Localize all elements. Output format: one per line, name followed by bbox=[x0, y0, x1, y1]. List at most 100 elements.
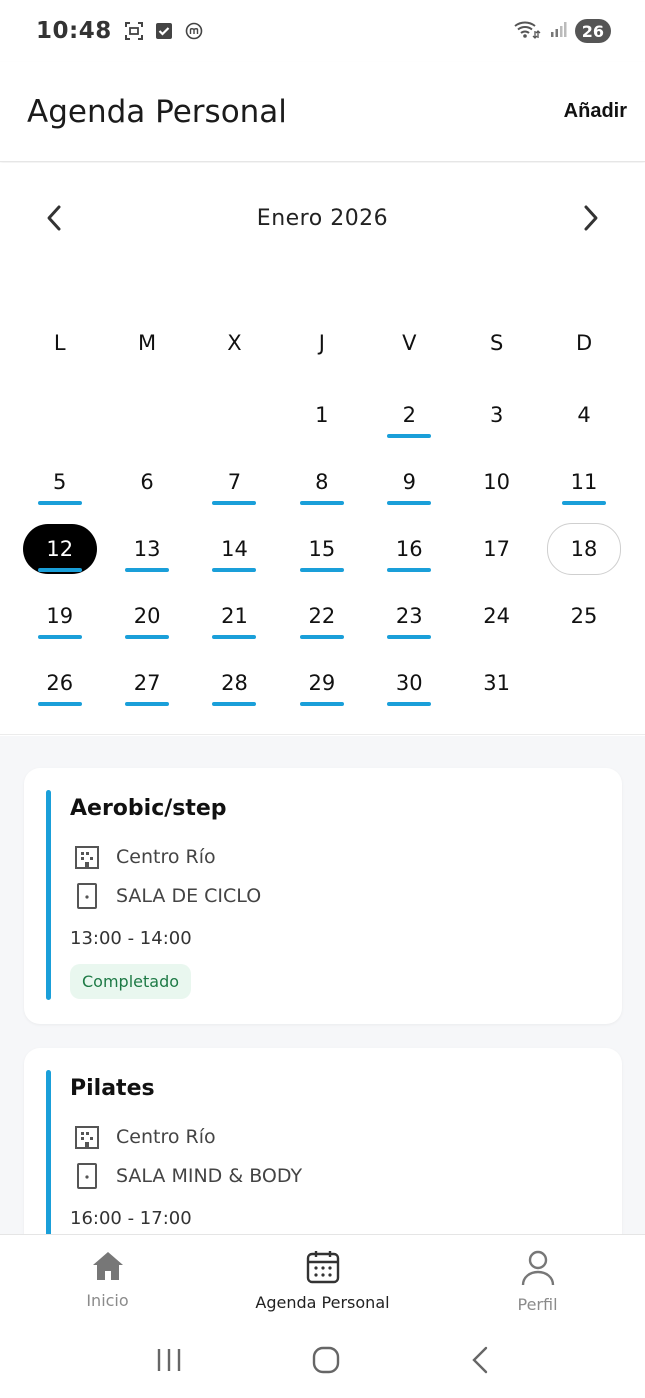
event-title: Pilates bbox=[70, 1076, 155, 1101]
event-card[interactable]: Aerobic/step Centro Río SALA DE CICLO 13… bbox=[24, 768, 622, 1024]
screenshot-icon bbox=[124, 21, 144, 41]
calendar-day[interactable]: 19 bbox=[16, 582, 103, 649]
event-room: SALA DE CICLO bbox=[116, 885, 262, 907]
calendar-day[interactable]: 22 bbox=[278, 582, 365, 649]
calendar-day[interactable]: 24 bbox=[453, 582, 540, 649]
home-button-icon[interactable] bbox=[311, 1345, 341, 1379]
event-indicator bbox=[299, 568, 344, 572]
day-number: 2 bbox=[402, 402, 416, 427]
day-number: 1 bbox=[315, 402, 329, 427]
event-card[interactable]: Pilates Centro Río SALA MIND & BODY 16:0… bbox=[24, 1048, 622, 1234]
app-m-icon bbox=[184, 21, 204, 41]
calendar-day[interactable]: 29 bbox=[278, 649, 365, 716]
day-number: 30 bbox=[395, 670, 423, 695]
nav-item-inicio[interactable]: Inicio bbox=[0, 1235, 215, 1326]
event-accent-bar bbox=[46, 1070, 51, 1234]
calendar-day[interactable]: 20 bbox=[103, 582, 190, 649]
day-number: 9 bbox=[402, 469, 416, 494]
weekday-header: L M X J V S D bbox=[16, 331, 628, 355]
bottom-nav: Inicio Agenda Personal Perfil bbox=[0, 1234, 645, 1326]
event-list: Aerobic/step Centro Río SALA DE CICLO 13… bbox=[0, 736, 645, 1234]
event-indicator bbox=[37, 635, 82, 639]
month-label: Enero 2026 bbox=[256, 205, 389, 231]
day-number: 29 bbox=[308, 670, 336, 695]
day-number: 5 bbox=[53, 469, 67, 494]
chevron-right-icon[interactable] bbox=[573, 201, 607, 235]
day-number: 25 bbox=[570, 603, 598, 628]
day-number: 16 bbox=[395, 536, 423, 561]
status-icons-left bbox=[124, 21, 204, 41]
calendar-day[interactable]: 10 bbox=[453, 448, 540, 515]
calendar: Enero 2026 L M X J V S D 1 2 3 4 5 6 7 8 9 10 11 12… bbox=[0, 163, 645, 735]
battery-indicator: 26 bbox=[574, 19, 611, 43]
calendar-day[interactable]: 12 bbox=[16, 515, 103, 582]
calendar-day[interactable]: 16 bbox=[366, 515, 453, 582]
page-title: Agenda Personal bbox=[27, 93, 287, 130]
status-icons-right: 26 bbox=[513, 19, 611, 43]
system-nav-bar bbox=[0, 1326, 645, 1398]
day-number: 21 bbox=[221, 603, 248, 628]
calendar-day[interactable]: 2 bbox=[366, 381, 453, 448]
calendar-day[interactable]: 11 bbox=[540, 448, 627, 515]
weekday-label: S bbox=[489, 331, 504, 355]
calendar-day[interactable]: 15 bbox=[278, 515, 365, 582]
day-number: 13 bbox=[133, 536, 161, 561]
calendar-day[interactable]: 25 bbox=[540, 582, 627, 649]
calendar-day[interactable]: 21 bbox=[191, 582, 278, 649]
add-button[interactable]: Añadir bbox=[564, 100, 627, 123]
calendar-day[interactable]: 31 bbox=[453, 649, 540, 716]
calendar-day[interactable]: 5 bbox=[16, 448, 103, 515]
signal-icon bbox=[549, 20, 567, 42]
event-room-row: SALA DE CICLO bbox=[74, 882, 261, 910]
day-number: 22 bbox=[308, 603, 336, 628]
app-header: Agenda Personal Añadir bbox=[0, 62, 645, 162]
event-indicator bbox=[387, 635, 432, 639]
calendar-day[interactable]: 7 bbox=[191, 448, 278, 515]
day-number: 4 bbox=[577, 402, 591, 427]
calendar-day[interactable]: 13 bbox=[103, 515, 190, 582]
calendar-grid: 1 2 3 4 5 6 7 8 9 10 11 12 13 14 15 16 17 18 19 20 21 22 23 24 2… bbox=[16, 381, 628, 716]
event-indicator bbox=[212, 568, 257, 572]
calendar-day[interactable]: 17 bbox=[453, 515, 540, 582]
recent-apps-icon[interactable] bbox=[154, 1346, 184, 1378]
calendar-day[interactable]: 27 bbox=[103, 649, 190, 716]
calendar-day[interactable]: 23 bbox=[366, 582, 453, 649]
nav-label: Inicio bbox=[86, 1291, 129, 1310]
calendar-day-empty bbox=[16, 381, 103, 448]
day-number: 27 bbox=[133, 670, 161, 695]
calendar-day[interactable]: 1 bbox=[278, 381, 365, 448]
day-number: 3 bbox=[489, 402, 504, 427]
calendar-day[interactable]: 26 bbox=[16, 649, 103, 716]
home-icon bbox=[92, 1252, 123, 1280]
day-number: 12 bbox=[46, 536, 74, 561]
event-indicator bbox=[387, 501, 432, 505]
calendar-day[interactable]: 28 bbox=[191, 649, 278, 716]
event-time: 13:00 - 14:00 bbox=[70, 928, 192, 949]
event-center: Centro Río bbox=[116, 1126, 216, 1148]
building-icon bbox=[75, 1126, 99, 1149]
status-bar: 10:48 26 bbox=[0, 0, 645, 62]
calendar-day[interactable]: 6 bbox=[103, 448, 190, 515]
back-icon[interactable] bbox=[469, 1345, 491, 1379]
chevron-left-icon[interactable] bbox=[38, 201, 72, 235]
day-number: 24 bbox=[483, 603, 511, 628]
day-number: 7 bbox=[227, 469, 242, 494]
weekday-label: D bbox=[575, 331, 593, 355]
nav-label: Perfil bbox=[517, 1295, 558, 1314]
nav-item-agenda[interactable]: Agenda Personal bbox=[215, 1235, 430, 1326]
calendar-day[interactable]: 18 bbox=[540, 515, 627, 582]
event-indicator bbox=[299, 702, 344, 706]
calendar-day[interactable]: 30 bbox=[366, 649, 453, 716]
day-number: 11 bbox=[570, 469, 598, 494]
event-indicator bbox=[125, 702, 170, 706]
calendar-day[interactable]: 14 bbox=[191, 515, 278, 582]
calendar-day[interactable]: 4 bbox=[540, 381, 627, 448]
event-indicator bbox=[125, 568, 170, 572]
calendar-day[interactable]: 9 bbox=[366, 448, 453, 515]
calendar-day[interactable]: 8 bbox=[278, 448, 365, 515]
calendar-day[interactable]: 3 bbox=[453, 381, 540, 448]
weekday-label: L bbox=[53, 331, 66, 355]
event-indicator bbox=[212, 635, 257, 639]
nav-item-perfil[interactable]: Perfil bbox=[430, 1235, 645, 1326]
event-indicator bbox=[387, 568, 432, 572]
